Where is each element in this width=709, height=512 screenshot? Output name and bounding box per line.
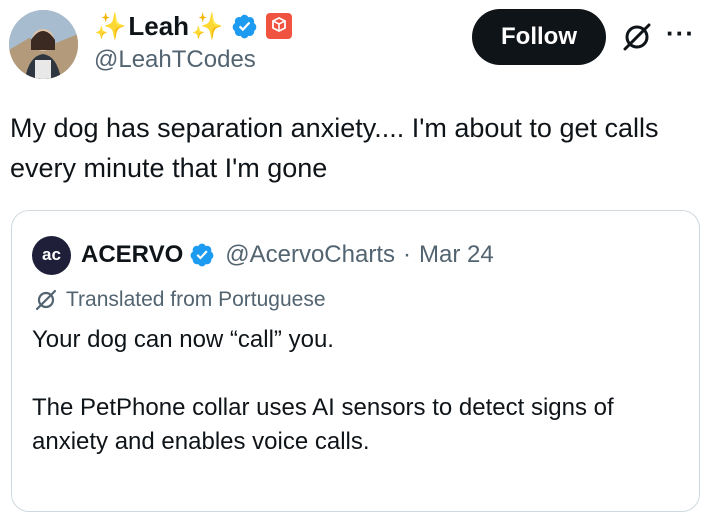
author-avatar[interactable] xyxy=(9,10,78,79)
quoted-author-handle: @AcervoCharts xyxy=(225,241,395,268)
grok-icon[interactable] xyxy=(620,20,654,54)
quoted-post[interactable]: ac ACERVO @AcervoCharts · Mar 24 Transla… xyxy=(11,210,700,512)
sparkle-right: ✨ xyxy=(191,11,224,41)
more-options-button[interactable]: ··· xyxy=(666,18,695,49)
verified-badge-icon[interactable] xyxy=(231,13,258,40)
translation-notice: Translated from Portuguese xyxy=(34,288,326,312)
author-name-row: ✨ Leah ✨ xyxy=(94,9,293,43)
quoted-paragraph-1: Your dog can now “call” you. xyxy=(32,326,334,353)
verified-badge-icon xyxy=(190,243,214,267)
post-header: ✨ Leah ✨ @LeahTCodes Follow ··· xyxy=(0,0,709,90)
avatar-photo-icon xyxy=(9,10,78,79)
quoted-author-avatar[interactable]: ac xyxy=(32,235,71,275)
grok-icon xyxy=(35,289,57,311)
translated-label: Translated from Portuguese xyxy=(66,288,326,311)
quoted-post-header: ac ACERVO @AcervoCharts · Mar 24 xyxy=(32,235,494,275)
follow-button[interactable]: Follow xyxy=(472,9,606,65)
separator-dot: · xyxy=(403,241,411,268)
quoted-post-text: Your dog can now “call” you. The PetPhon… xyxy=(32,323,682,493)
author-handle[interactable]: @LeahTCodes xyxy=(94,46,256,74)
post-text: My dog has separation anxiety.... I'm ab… xyxy=(10,113,659,183)
quoted-author-name[interactable]: ACERVO xyxy=(81,241,183,269)
affiliation-badge[interactable] xyxy=(266,13,293,39)
laravel-logo-icon xyxy=(272,17,287,33)
sparkle-left: ✨ xyxy=(94,11,127,41)
quoted-paragraph-2: The PetPhone collar uses AI sensors to d… xyxy=(32,394,614,455)
author-display-name[interactable]: Leah xyxy=(128,11,189,42)
quoted-post-date[interactable]: Mar 24 xyxy=(419,241,494,269)
